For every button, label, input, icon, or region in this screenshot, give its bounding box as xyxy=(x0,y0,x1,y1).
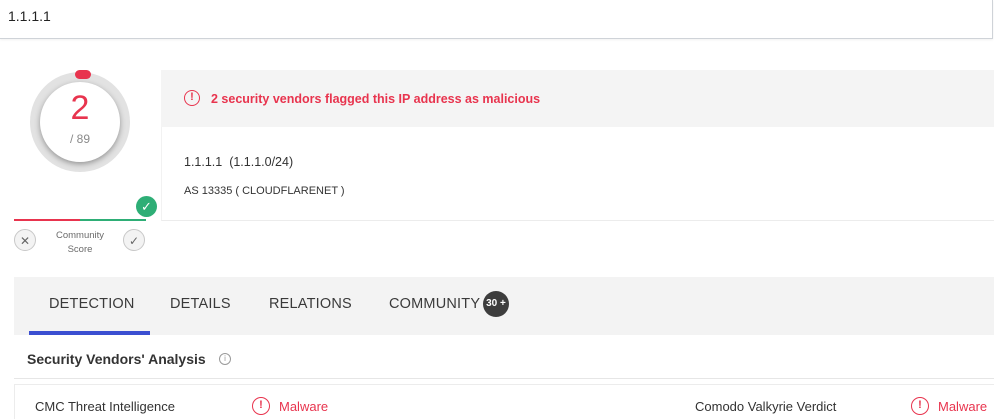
malicious-alert-banner: ! 2 security vendors flagged this IP add… xyxy=(161,70,994,127)
ip-info-panel: 1.1.1.1 (1.1.1.0/24) AS 13335 ( CLOUDFLA… xyxy=(161,127,994,221)
info-icon[interactable]: i xyxy=(219,353,231,365)
community-score-positive-bar xyxy=(80,219,146,221)
alert-circle-icon: ! xyxy=(252,397,270,415)
as-owner-line: AS 13335 ( CLOUDFLARENET ) xyxy=(184,185,345,197)
active-tab-indicator xyxy=(29,331,150,335)
vendor-name: CMC Threat Intelligence xyxy=(35,399,175,414)
tab-relations[interactable]: RELATIONS xyxy=(269,296,352,312)
alert-circle-icon: ! xyxy=(184,90,200,106)
tab-details[interactable]: DETAILS xyxy=(170,296,231,312)
detection-total: / 89 xyxy=(69,132,90,146)
community-score-negative-bar xyxy=(14,219,80,221)
search-bar xyxy=(0,0,993,39)
vendor-name: Comodo Valkyrie Verdict xyxy=(695,399,837,414)
community-count-badge: 30 + xyxy=(483,291,509,317)
ip-address: 1.1.1.1 xyxy=(184,155,223,169)
ip-range: (1.1.1.0/24) xyxy=(229,155,294,169)
tab-community[interactable]: COMMUNITY xyxy=(389,296,480,312)
vendor-result: Malware xyxy=(938,399,988,414)
gauge-marker xyxy=(75,70,91,79)
tab-detection[interactable]: DETECTION xyxy=(49,296,135,312)
alert-circle-icon: ! xyxy=(911,397,929,415)
downvote-button[interactable]: ✕ xyxy=(14,229,36,251)
alert-text: 2 security vendors flagged this IP addre… xyxy=(211,92,541,106)
detection-count: 2 xyxy=(70,89,90,127)
section-divider xyxy=(14,378,994,379)
detection-score-gauge: 2 / 89 xyxy=(30,70,130,172)
tab-bar: DETECTION DETAILS RELATIONS COMMUNITY 30… xyxy=(14,277,994,335)
ip-address-line: 1.1.1.1 (1.1.1.0/24) xyxy=(184,155,293,169)
upvote-button[interactable]: ✓ xyxy=(123,229,145,251)
community-score-label: Community Score xyxy=(55,230,105,255)
vendor-result: Malware xyxy=(279,399,329,414)
close-icon: ✕ xyxy=(19,234,31,248)
search-input[interactable] xyxy=(6,4,910,28)
vendor-results-table: CMC Threat Intelligence ! Malware Comodo… xyxy=(14,384,994,419)
section-title: Security Vendors' Analysis xyxy=(27,351,206,367)
community-check-icon: ✓ xyxy=(136,196,157,217)
check-icon: ✓ xyxy=(128,234,140,248)
